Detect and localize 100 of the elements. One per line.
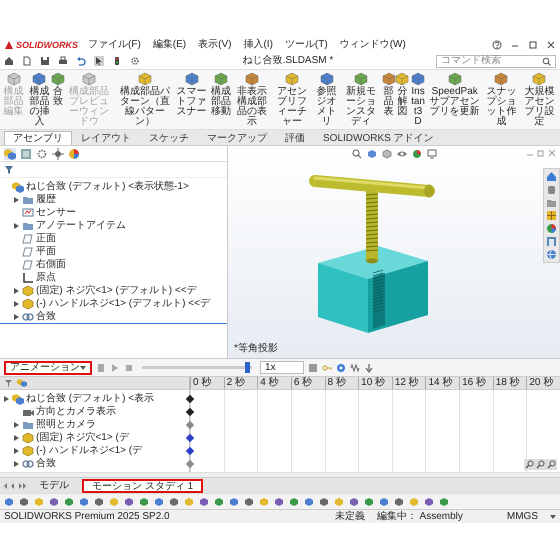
document-icon[interactable]	[22, 56, 32, 66]
zoom-icon[interactable]	[536, 460, 545, 469]
chevron-icon[interactable]	[550, 514, 556, 518]
tree-item[interactable]: 合致	[0, 310, 227, 323]
ribbon-tab[interactable]: SOLIDWORKS アドイン	[314, 131, 443, 145]
tree-item[interactable]: センサー	[0, 206, 227, 219]
ribbon-button[interactable]: 大規模アセンブリ設定	[520, 72, 558, 127]
printer-icon[interactable]	[58, 56, 68, 66]
menu-item[interactable]: ツール(T)	[282, 39, 330, 51]
ribbon-button[interactable]: 合致	[54, 72, 63, 107]
menu-item[interactable]: 編集(E)	[150, 39, 188, 51]
ribbon-tab[interactable]: マークアップ	[198, 131, 276, 145]
pointer-icon[interactable]	[94, 56, 104, 66]
tree-item[interactable]: ねじ合致 (デフォルト) <表示状態-1>	[0, 180, 227, 193]
gravity-icon[interactable]	[364, 362, 374, 372]
filter-icon[interactable]	[4, 164, 14, 174]
zoom-icon[interactable]	[525, 460, 534, 469]
bottom-tab[interactable]: モーション スタディ 1	[82, 478, 204, 492]
tree-item[interactable]: 合致	[0, 457, 189, 470]
ribbon-tab[interactable]: レイアウト	[72, 131, 140, 145]
save-icon[interactable]	[40, 56, 50, 66]
home-icon[interactable]	[546, 171, 557, 182]
arrows-icon[interactable]	[4, 482, 26, 490]
menu-item[interactable]: 表示(V)	[196, 39, 234, 51]
ribbon-button[interactable]: 非表示構成部品の表示	[234, 72, 271, 127]
eye-icon[interactable]	[396, 149, 406, 159]
tree-item[interactable]: 照明とカメラ	[0, 418, 189, 431]
menu-item[interactable]: ファイル(F)	[86, 39, 143, 51]
close-icon[interactable]	[546, 40, 556, 50]
study-type-dropdown[interactable]: アニメーション	[4, 360, 92, 374]
gear-icon[interactable]	[36, 148, 48, 160]
gear-icon[interactable]	[130, 56, 140, 66]
ribbon-tab[interactable]: スケッチ	[140, 131, 198, 145]
tree-item[interactable]: 履歴	[0, 193, 227, 206]
ribbon-tab[interactable]: 評価	[276, 131, 314, 145]
ribbon-button[interactable]: Instant3D	[410, 72, 427, 127]
motor-icon[interactable]	[336, 362, 346, 372]
tree-item[interactable]: 原点	[0, 271, 227, 284]
grid-icon[interactable]	[546, 210, 557, 221]
ribbon-button[interactable]: 部品表	[382, 72, 395, 117]
search-field[interactable]: コマンド検索	[436, 54, 556, 68]
globe-icon[interactable]	[546, 249, 557, 260]
ribbon-button[interactable]: 新規モーションスタディ	[340, 72, 382, 127]
ribbon-button[interactable]: 構成部品の挿入	[26, 72, 53, 127]
sphere-icon[interactable]	[412, 149, 422, 159]
caret-icon[interactable]	[14, 288, 18, 294]
ribbon-button[interactable]: アセンブリフィーチャー	[272, 72, 312, 127]
list-icon[interactable]	[20, 148, 32, 160]
filter-icon[interactable]	[4, 378, 13, 388]
ribbon-button[interactable]: 構成部品パターン（直線パターン）	[116, 72, 174, 127]
caret-icon[interactable]	[4, 396, 8, 402]
ribbon-button[interactable]: SpeedPak サブアセンブリを更新	[428, 72, 482, 117]
ribbon-button[interactable]: 構成部品移動	[210, 72, 233, 117]
cubes-icon[interactable]	[17, 378, 27, 388]
tree-item[interactable]: (固定) ネジ穴<1> (デフォルト) <<デ	[0, 284, 227, 297]
caret-icon[interactable]	[14, 300, 18, 306]
search-icon[interactable]	[352, 149, 362, 159]
panel-icon[interactable]	[546, 236, 557, 247]
cubes-icon[interactable]	[4, 148, 16, 160]
pie-icon[interactable]	[68, 148, 80, 160]
caret-icon[interactable]	[14, 422, 18, 428]
caret-icon[interactable]	[14, 460, 18, 466]
cylinder-icon[interactable]	[546, 184, 557, 195]
tree-item[interactable]: 方向とカメラ表示	[0, 405, 189, 418]
folder-icon[interactable]	[546, 197, 557, 208]
ribbon-button[interactable]: 分解図	[396, 72, 409, 117]
tree-item[interactable]: 正面	[0, 232, 227, 245]
ribbon-button[interactable]: スナップショット作成	[482, 72, 520, 127]
ribbon-button[interactable]: 参照ジオメトリ	[313, 72, 340, 127]
slider-thumb[interactable]	[244, 362, 250, 373]
caret-icon[interactable]	[14, 314, 18, 320]
tree-item[interactable]: ねじ合致 (デフォルト) <表示	[0, 392, 189, 405]
bottom-tab[interactable]: モデル	[30, 478, 78, 492]
ribbon-tab[interactable]: アセンブリ	[4, 131, 72, 145]
pie-icon[interactable]	[546, 223, 557, 234]
keyframe-marker[interactable]	[186, 433, 194, 442]
caret-icon[interactable]	[14, 448, 18, 454]
restore-icon[interactable]	[537, 149, 545, 157]
keyframe-marker[interactable]	[186, 446, 194, 455]
zoom-icon[interactable]	[547, 460, 556, 469]
tree-item[interactable]: 右側面	[0, 258, 227, 271]
spring-icon[interactable]	[350, 362, 360, 372]
tree-item[interactable]: アノテートアイテム	[0, 219, 227, 232]
tree-item[interactable]: (-) ハンドルネジ<1> (デ	[0, 444, 189, 457]
caret-icon[interactable]	[14, 196, 18, 202]
tree-item[interactable]: 平面	[0, 245, 227, 258]
keyframe-marker[interactable]	[186, 420, 194, 429]
caret-icon[interactable]	[14, 434, 18, 440]
help-icon[interactable]	[492, 40, 502, 50]
ribbon-button[interactable]: スマートファスナー	[174, 72, 209, 117]
menu-item[interactable]: ウィンドウ(W)	[338, 39, 408, 51]
tree-item[interactable]: (固定) ネジ穴<1> (デ	[0, 431, 189, 444]
units-button[interactable]: MMGS	[506, 510, 538, 522]
keyframe-marker[interactable]	[186, 394, 194, 403]
undo-icon[interactable]	[76, 56, 86, 66]
crosshair-icon[interactable]	[52, 148, 64, 160]
monitor-icon[interactable]	[426, 149, 436, 159]
keyframe-marker[interactable]	[186, 407, 194, 416]
speed-field[interactable]: 1x	[260, 361, 304, 374]
maximize-icon[interactable]	[528, 40, 538, 50]
